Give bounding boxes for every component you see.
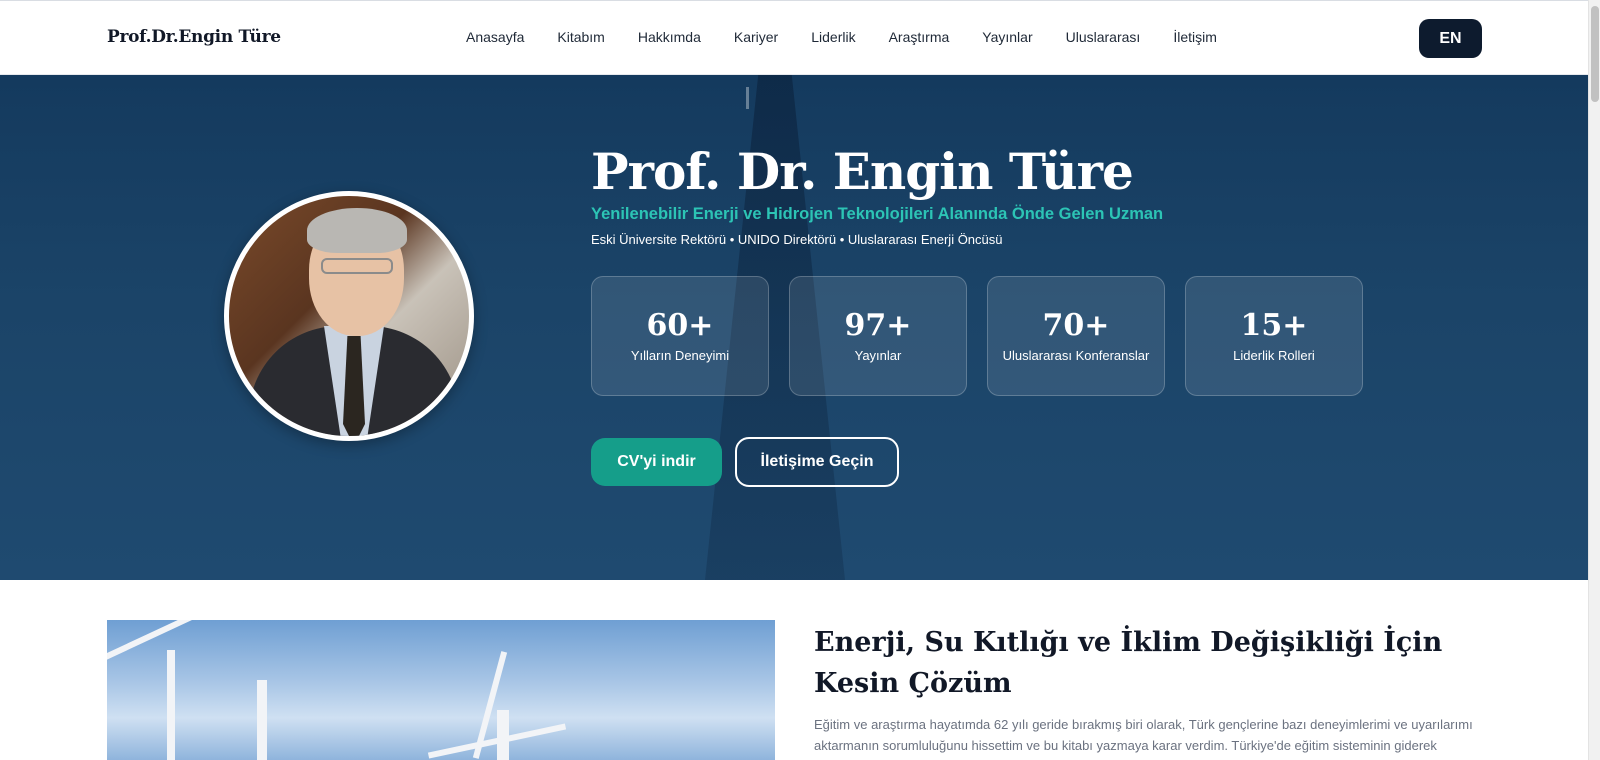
nav-item-uluslararasi[interactable]: Uluslararası — [1066, 29, 1141, 45]
contact-button[interactable]: İletişime Geçin — [735, 437, 899, 487]
stats-row: 60+ Yılların Deneyimi 97+ Yayınlar 70+ U… — [591, 276, 1363, 396]
nav-item-kariyer[interactable]: Kariyer — [734, 29, 778, 45]
turbine-tower — [167, 650, 175, 760]
nav-item-anasayfa[interactable]: Anasayfa — [466, 29, 524, 45]
stat-label: Liderlik Rolleri — [1233, 348, 1315, 363]
download-cv-button[interactable]: CV'yi indir — [591, 438, 722, 486]
hero-subtitle: Yenilenebilir Enerji ve Hidrojen Teknolo… — [591, 205, 1164, 223]
stat-card: 60+ Yılların Deneyimi — [591, 276, 769, 396]
wind-turbines-image — [107, 620, 775, 760]
hero-section: Prof. Dr. Engin Türe Yenilenebilir Enerj… — [0, 75, 1588, 580]
scrollbar-thumb[interactable] — [1591, 6, 1599, 102]
site-header: Prof.Dr.Engin Türe Anasayfa Kitabım Hakk… — [0, 0, 1588, 75]
stat-card: 70+ Uluslararası Konferanslar — [987, 276, 1165, 396]
portrait-glasses — [321, 258, 393, 274]
book-section-text: Eğitim ve araştırma hayatımda 62 yılı ge… — [814, 717, 1473, 753]
nav-item-yayinlar[interactable]: Yayınlar — [982, 29, 1032, 45]
stat-card: 97+ Yayınlar — [789, 276, 967, 396]
page-scrollbar[interactable] — [1588, 0, 1600, 760]
turbine-blade — [107, 620, 213, 662]
hero-name: Prof. Dr. Engin Türe — [591, 142, 1134, 201]
stat-label: Uluslararası Konferanslar — [1002, 348, 1150, 363]
turbine-tower — [257, 680, 267, 760]
nav-item-hakkimda[interactable]: Hakkımda — [638, 29, 701, 45]
profile-portrait — [224, 191, 474, 441]
site-logo[interactable]: Prof.Dr.Engin Türe — [107, 27, 281, 47]
main-nav: Anasayfa Kitabım Hakkımda Kariyer Liderl… — [466, 29, 1250, 45]
stat-label: Yılların Deneyimi — [630, 348, 730, 363]
stat-value: 60+ — [646, 308, 714, 343]
hero-roles: Eski Üniversite Rektörü • UNIDO Direktör… — [591, 232, 1003, 247]
portrait-hair — [307, 208, 407, 253]
nav-item-liderlik[interactable]: Liderlik — [811, 29, 855, 45]
stat-value: 15+ — [1240, 308, 1308, 343]
nav-item-iletisim[interactable]: İletişim — [1173, 29, 1217, 45]
nav-item-kitabim[interactable]: Kitabım — [557, 29, 604, 45]
stat-label: Yayınlar — [854, 348, 902, 363]
hero-background-tower-tip — [746, 87, 749, 109]
book-section-title: Enerji, Su Kıtlığı ve İklim Değişikliği … — [814, 627, 1443, 699]
stat-value: 97+ — [844, 308, 912, 343]
stat-value: 70+ — [1042, 308, 1110, 343]
stat-card: 15+ Liderlik Rolleri — [1185, 276, 1363, 396]
language-toggle-button[interactable]: EN — [1419, 19, 1482, 58]
nav-item-arastirma[interactable]: Araştırma — [889, 29, 950, 45]
